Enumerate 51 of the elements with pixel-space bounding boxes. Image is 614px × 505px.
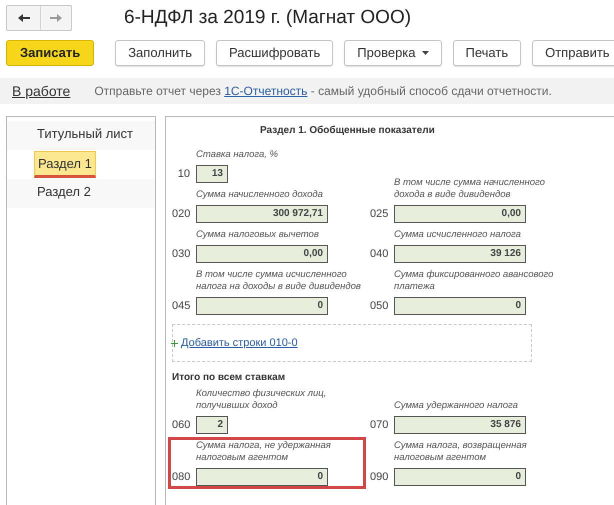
totals-heading: Итого по всем ставкам bbox=[172, 371, 286, 385]
field-label: Сумма налога, возвращенная налоговым агентом bbox=[394, 440, 528, 464]
line-code: 030 bbox=[172, 246, 192, 262]
line-code: 025 bbox=[370, 206, 390, 222]
line-code: 10 bbox=[176, 166, 191, 182]
input-field[interactable]: 39 126 bbox=[394, 245, 526, 263]
section-tab[interactable]: Раздел 1 bbox=[34, 150, 96, 178]
field-label: В том числе сумма исчисленного налога на доходы в виде дивидендов bbox=[196, 269, 362, 293]
input-field[interactable]: 0,00 bbox=[196, 245, 328, 263]
field-label: Сумма удержанного налога bbox=[394, 400, 519, 412]
toolbar-button[interactable]: Расшифровать bbox=[216, 40, 334, 66]
toolbar-button[interactable]: Проверка bbox=[344, 40, 442, 66]
toolbar-button[interactable]: Печать bbox=[452, 40, 522, 66]
section-title: Раздел 1. Обобщенные показатели bbox=[260, 124, 436, 138]
toolbar-button[interactable]: Отправить bbox=[532, 40, 614, 66]
status-message: Отправьте отчет через 1С-Отчетность - самый удобный способ сдачи отчетности. bbox=[94, 83, 552, 100]
line-code: 070 bbox=[370, 418, 390, 433]
input-field[interactable]: 0 bbox=[394, 468, 526, 486]
add-rows-link[interactable]: Добавить строки 010-0 bbox=[181, 334, 298, 352]
toolbar-button[interactable]: Заполнить bbox=[115, 40, 206, 66]
field-label: Сумма начисленного дохода bbox=[196, 189, 324, 201]
input-field[interactable]: 0 bbox=[196, 468, 328, 486]
forward-arrow-icon bbox=[49, 13, 63, 23]
input-field[interactable]: 0 bbox=[394, 297, 526, 315]
line-code: 020 bbox=[172, 206, 192, 222]
input-field[interactable]: 13 bbox=[196, 165, 228, 183]
field-label: Ставка налога, % bbox=[196, 149, 279, 161]
input-field[interactable]: 0 bbox=[196, 297, 328, 315]
field-label: Сумма фиксированного авансового платежа bbox=[394, 269, 554, 293]
field-label: Количество физических лиц, получивших доход bbox=[196, 388, 328, 412]
line-code: 040 bbox=[370, 246, 390, 262]
caret-icon bbox=[422, 51, 429, 55]
line-code: 050 bbox=[370, 298, 390, 314]
plus-icon bbox=[171, 340, 178, 346]
status-link[interactable]: В работе bbox=[12, 80, 70, 102]
field-label: Сумма налога, не удержанная налоговым агентом bbox=[196, 440, 332, 464]
line-code: 080 bbox=[172, 470, 192, 485]
input-field[interactable]: 0,00 bbox=[394, 205, 526, 223]
save-button[interactable]: Записать bbox=[6, 40, 94, 66]
back-arrow-icon bbox=[16, 13, 30, 23]
field-label: В том числе сумма начисленного дохода в виде дивидендов bbox=[394, 177, 546, 201]
service-link[interactable]: 1С-Отчетность bbox=[224, 84, 308, 98]
input-field[interactable]: 35 876 bbox=[394, 416, 526, 434]
input-field[interactable]: 300 972,71 bbox=[196, 205, 328, 223]
line-code: 060 bbox=[172, 418, 192, 433]
line-code: 045 bbox=[172, 298, 192, 314]
input-field[interactable]: 2 bbox=[196, 416, 228, 434]
field-label: Сумма исчисленного налога bbox=[394, 229, 522, 241]
window-title: 6-НДФЛ за 2019 г. (Магнат ООО) bbox=[124, 6, 412, 30]
field-label: Сумма налоговых вычетов bbox=[196, 229, 320, 241]
line-code: 090 bbox=[370, 470, 390, 485]
